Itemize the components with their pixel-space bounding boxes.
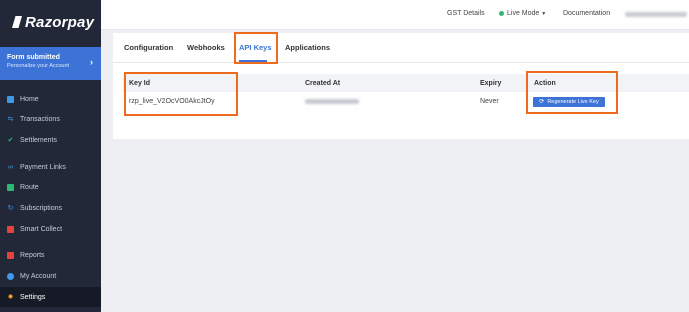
top-bar: GST Details Live Mode ▼ Documentation	[101, 0, 689, 30]
route-icon	[7, 183, 14, 191]
sidebar-item-label: Route	[20, 183, 39, 191]
live-status-dot	[499, 10, 504, 16]
transactions-icon: ⇆	[7, 115, 14, 123]
highlight-box-api-keys-tab	[234, 32, 278, 64]
check-icon: ✔	[7, 136, 14, 144]
sidebar-item-smart-collect[interactable]: Smart Collect	[0, 219, 101, 239]
sidebar-item-route[interactable]: Route	[0, 177, 101, 197]
tabs-divider	[113, 62, 689, 63]
sidebar-item-reports[interactable]: Reports	[0, 245, 101, 265]
form-submitted-card[interactable]: Form submitted Personalize your Account …	[0, 47, 101, 80]
expiry-value: Never	[480, 98, 499, 105]
sidebar-item-home[interactable]: Home	[0, 89, 101, 109]
razorpay-logo-icon	[12, 16, 22, 28]
sidebar-item-payment-links[interactable]: ∞ Payment Links	[0, 157, 101, 177]
live-mode-dropdown[interactable]: Live Mode ▼	[499, 10, 546, 17]
chevron-right-icon: ›	[90, 57, 93, 67]
brand-logo[interactable]: Razorpay	[0, 0, 101, 44]
settings-icon: ✹	[7, 293, 14, 301]
sidebar-item-settings[interactable]: ✹ Settings	[0, 287, 101, 307]
form-card-title: Form submitted	[7, 54, 60, 61]
sidebar-item-subscriptions[interactable]: ↻ Subscriptions	[0, 198, 101, 218]
sidebar-item-label: Subscriptions	[20, 204, 63, 212]
sidebar-item-label: Home	[20, 95, 39, 103]
form-card-subtitle: Personalize your Account	[7, 63, 70, 69]
sidebar-item-label: Settings	[20, 293, 46, 301]
subscriptions-icon: ↻	[7, 204, 14, 212]
sidebar-item-label: Reports	[20, 251, 45, 259]
home-icon	[7, 95, 14, 103]
caret-down-icon: ▼	[541, 11, 547, 17]
highlight-box-action	[526, 71, 618, 114]
sidebar-item-settlements[interactable]: ✔ Settlements	[0, 130, 101, 150]
sidebar-item-my-account[interactable]: My Account	[0, 266, 101, 286]
account-icon	[7, 272, 14, 280]
tab-configuration[interactable]: Configuration	[124, 43, 173, 52]
sidebar-item-label: My Account	[20, 272, 57, 280]
created-at-redacted	[305, 99, 359, 104]
smart-collect-icon	[7, 225, 14, 233]
sidebar-item-label: Payment Links	[20, 163, 66, 171]
sidebar-item-label: Smart Collect	[20, 225, 63, 233]
sidebar-item-label: Transactions	[20, 115, 60, 123]
account-name-redacted[interactable]	[625, 12, 687, 17]
documentation-link[interactable]: Documentation	[563, 10, 610, 17]
brand-name: Razorpay	[25, 13, 95, 31]
reports-icon	[7, 251, 14, 259]
sidebar-item-label: Settlements	[20, 136, 57, 144]
column-created-at: Created At	[305, 80, 341, 87]
live-mode-label: Live Mode	[507, 10, 540, 17]
sidebar: Razorpay Form submitted Personalize your…	[0, 0, 101, 312]
gst-details-link[interactable]: GST Details	[447, 10, 485, 17]
column-expiry: Expiry	[480, 80, 502, 87]
tab-webhooks[interactable]: Webhooks	[187, 43, 225, 52]
tab-applications[interactable]: Applications	[285, 43, 330, 52]
highlight-box-key-id	[124, 72, 238, 116]
sidebar-item-transactions[interactable]: ⇆ Transactions	[0, 109, 101, 129]
link-icon: ∞	[8, 163, 13, 171]
